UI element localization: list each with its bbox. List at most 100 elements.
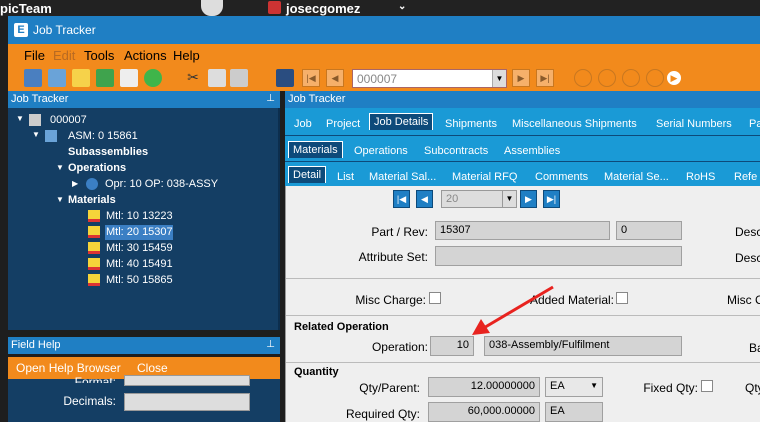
required-qty-field[interactable]: 60,000.00000 [428, 402, 540, 422]
tree-mtl-20[interactable]: Mtl: 20 15307 [106, 226, 173, 238]
added-material-checkbox[interactable] [616, 292, 628, 304]
collapse-icon[interactable]: ▼ [56, 195, 64, 204]
open-icon[interactable] [24, 69, 42, 87]
last-item-icon[interactable]: ▶| [543, 190, 560, 208]
collapse-icon[interactable]: ▼ [16, 114, 24, 123]
tab-row-sub: Materials Operations Subcontracts Assemb… [285, 135, 760, 161]
pin-icon[interactable]: ⊥ [266, 93, 275, 104]
back-icon[interactable] [574, 69, 592, 87]
qty-parent-field[interactable]: 12.00000000 [428, 377, 540, 397]
play-icon[interactable]: ▶ [665, 69, 683, 87]
tree-subassemblies[interactable]: Subassemblies [68, 146, 148, 158]
tree-mtl-30[interactable]: Mtl: 30 15459 [106, 242, 173, 254]
tree-materials[interactable]: Materials [68, 194, 116, 206]
tab-operations[interactable]: Operations [354, 145, 408, 157]
next-item-icon[interactable]: ▶ [520, 190, 537, 208]
expand-icon[interactable]: ▶ [72, 179, 78, 188]
user-label[interactable]: josecgomez [286, 1, 360, 16]
quantity-section: Quantity [294, 366, 339, 378]
qty-label-cut: Qty [745, 381, 760, 395]
required-uom-field[interactable]: EA [545, 402, 603, 422]
tab-detail[interactable]: Detail [288, 166, 327, 183]
tab-serial-numbers[interactable]: Serial Numbers [656, 118, 732, 130]
close-link[interactable]: Close [137, 361, 168, 375]
material-check-icon [88, 210, 100, 222]
copy-icon[interactable] [208, 69, 226, 87]
tab-materials[interactable]: Materials [288, 141, 343, 158]
paste-icon[interactable] [230, 69, 248, 87]
menu-edit[interactable]: Edit [53, 48, 75, 63]
pin-icon[interactable]: ⊥ [266, 339, 275, 350]
field-help-title: Field Help [11, 339, 61, 351]
record-combo[interactable]: 000007 ▼ [352, 69, 507, 88]
uom-combo[interactable]: EA ▼ [545, 377, 603, 397]
menu-file[interactable]: File [24, 48, 45, 63]
attribute-set-field[interactable] [435, 246, 682, 266]
chevron-down-icon[interactable]: ▼ [590, 381, 598, 390]
open-help-browser-link[interactable]: Open Help Browser [16, 361, 121, 375]
item-combo[interactable]: 20 ▼ [441, 190, 517, 208]
eraser-icon[interactable] [120, 69, 138, 87]
home-icon[interactable] [646, 69, 664, 87]
tab-material-se[interactable]: Material Se... [604, 171, 669, 183]
divider [286, 278, 760, 279]
tab-material-rfq[interactable]: Material RFQ [452, 171, 517, 183]
window-title: Job Tracker [33, 23, 96, 37]
material-icon [88, 258, 100, 270]
chevron-down-icon[interactable]: ▼ [492, 70, 506, 87]
chevron-down-icon[interactable]: ⌄ [398, 1, 406, 12]
tab-shipments[interactable]: Shipments [445, 118, 497, 130]
tab-project[interactable]: Project [326, 118, 360, 130]
tree-opr[interactable]: Opr: 10 OP: 038-ASSY [105, 178, 218, 190]
menu-help[interactable]: Help [173, 48, 200, 63]
menu-tools[interactable]: Tools [84, 48, 114, 63]
tree-mtl-40[interactable]: Mtl: 40 15491 [106, 258, 173, 270]
tab-subcontracts[interactable]: Subcontracts [424, 145, 488, 157]
cut-icon[interactable]: ✂ [184, 69, 202, 87]
misc-charge-checkbox[interactable] [429, 292, 441, 304]
forward-icon[interactable] [598, 69, 616, 87]
desc-label-2: Desc [735, 251, 760, 265]
tab-pa[interactable]: Pa [749, 118, 760, 130]
operation-icon [86, 178, 98, 190]
tree-asm[interactable]: ASM: 0 15861 [68, 130, 138, 142]
related-operation-section: Related Operation [294, 321, 389, 333]
tab-comments[interactable]: Comments [535, 171, 588, 183]
first-record-icon[interactable]: |◀ [302, 69, 320, 87]
go-icon[interactable] [144, 69, 162, 87]
part-field[interactable]: 15307 [435, 221, 610, 240]
material-icon [88, 274, 100, 286]
stop-icon[interactable] [622, 69, 640, 87]
fixed-qty-checkbox[interactable] [701, 380, 713, 392]
menu-bar: File Edit Tools Actions Help [8, 44, 760, 66]
rev-field[interactable]: 0 [616, 221, 682, 240]
tab-misc-shipments[interactable]: Miscellaneous Shipments [512, 118, 637, 130]
tab-refe[interactable]: Refe [734, 171, 757, 183]
tab-job[interactable]: Job [294, 118, 312, 130]
folder-icon[interactable] [72, 69, 90, 87]
tab-list[interactable]: List [337, 171, 354, 183]
refresh-icon[interactable] [96, 69, 114, 87]
collapse-icon[interactable]: ▼ [56, 163, 64, 172]
last-record-icon[interactable]: ▶| [536, 69, 554, 87]
next-record-icon[interactable]: ▶ [512, 69, 530, 87]
tree-mtl-10[interactable]: Mtl: 10 13223 [106, 210, 173, 222]
tree-root[interactable]: 000007 [50, 114, 87, 126]
chevron-down-icon[interactable]: ▼ [502, 191, 516, 207]
menu-actions[interactable]: Actions [124, 48, 167, 63]
misc-c-label: Misc C [727, 293, 760, 307]
tab-material-sal[interactable]: Material Sal... [369, 171, 436, 183]
first-item-icon[interactable]: |◀ [393, 190, 410, 208]
tab-assemblies[interactable]: Assemblies [504, 145, 560, 157]
collapse-icon[interactable]: ▼ [32, 130, 40, 139]
prev-item-icon[interactable]: ◀ [416, 190, 433, 208]
tree-mtl-50[interactable]: Mtl: 50 15865 [106, 274, 173, 286]
binoculars-icon[interactable] [276, 69, 294, 87]
tab-job-details[interactable]: Job Details [369, 113, 434, 130]
tab-rohs[interactable]: RoHS [686, 171, 715, 183]
window-titlebar: E Job Tracker [8, 16, 760, 44]
prev-record-icon[interactable]: ◀ [326, 69, 344, 87]
grid-icon[interactable] [48, 69, 66, 87]
tree-operations[interactable]: Operations [68, 162, 126, 174]
edit-icon[interactable] [201, 0, 223, 16]
